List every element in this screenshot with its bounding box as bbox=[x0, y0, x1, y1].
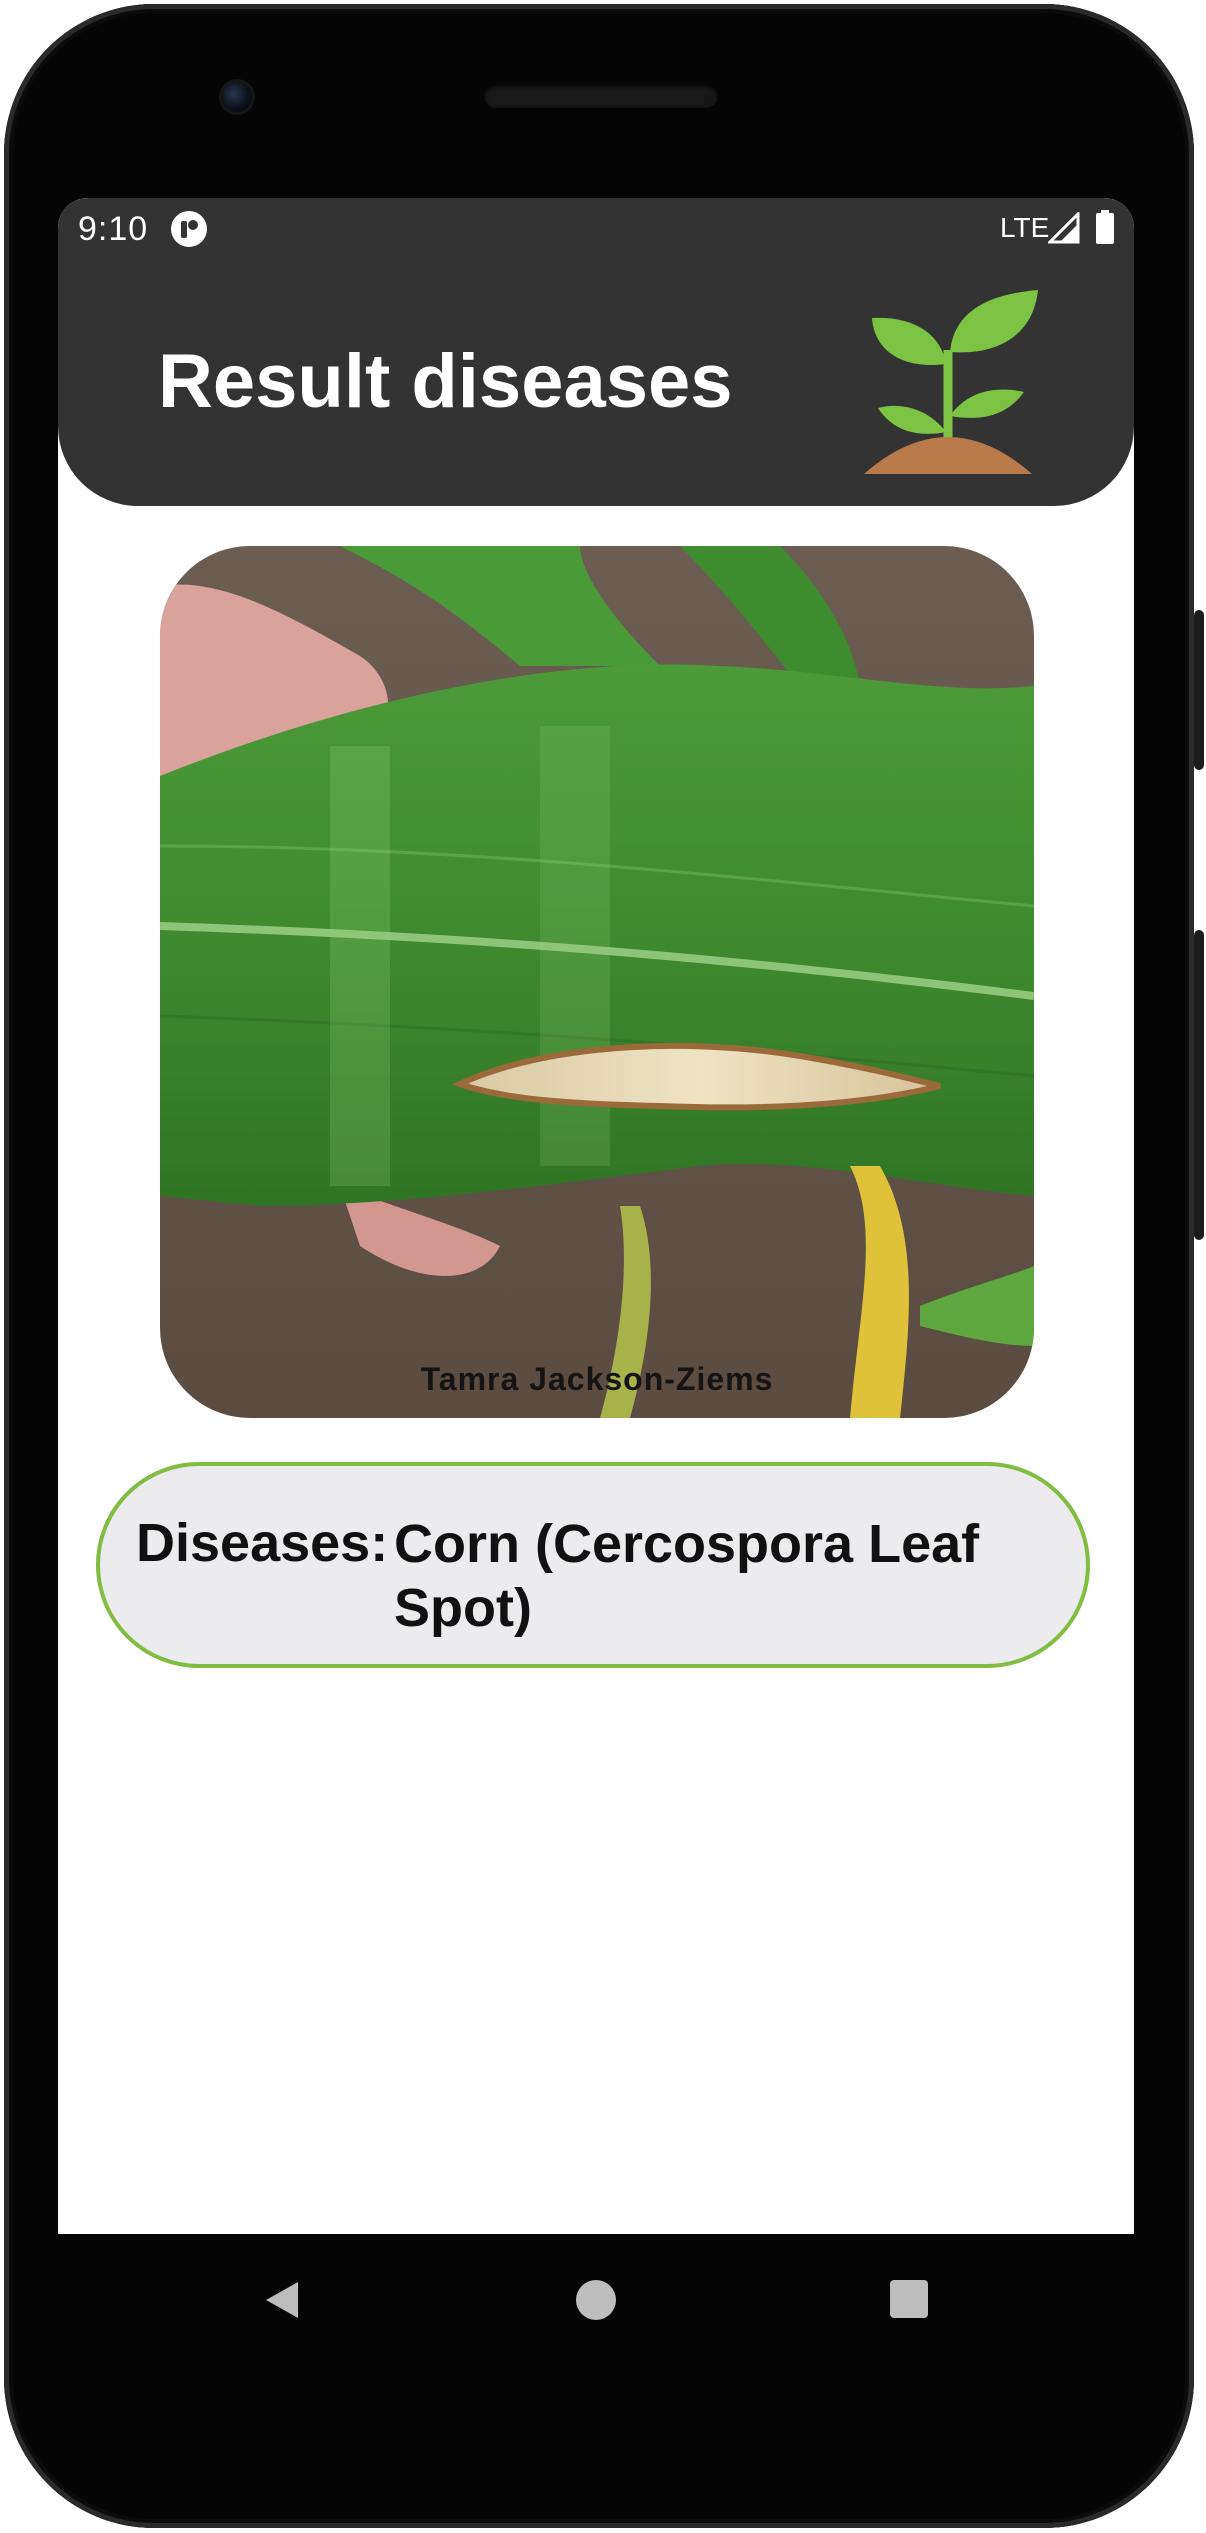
network-type: LTE bbox=[1000, 212, 1050, 243]
disease-result-card: Diseases: Corn (Cercospora Leaf Spot) bbox=[96, 1462, 1090, 1668]
disease-value: Corn (Cercospora Leaf Spot) bbox=[394, 1514, 980, 1638]
cell-signal-icon bbox=[1048, 212, 1080, 244]
app-notification-icon bbox=[171, 211, 207, 247]
volume-button bbox=[1194, 930, 1204, 1240]
disease-label: Diseases: bbox=[136, 1513, 389, 1573]
corn-leaf-image bbox=[160, 546, 1034, 1418]
home-icon[interactable] bbox=[576, 2280, 616, 2320]
photo-credit: Tamra Jackson-Ziems bbox=[420, 1361, 774, 1397]
recents-icon[interactable] bbox=[890, 2280, 928, 2318]
status-bar: 9:10 LTE bbox=[58, 198, 1134, 268]
battery-icon bbox=[1096, 210, 1114, 244]
app-screen: 9:10 LTE Result diseases Tamra Jackson-Z… bbox=[58, 198, 1134, 2234]
leaf-photo: Tamra Jackson-Ziems bbox=[160, 546, 1034, 1418]
app-header: 9:10 LTE Result diseases bbox=[58, 198, 1134, 506]
sprout-icon bbox=[864, 290, 1038, 474]
power-button bbox=[1194, 610, 1204, 770]
front-camera bbox=[222, 82, 252, 112]
back-icon[interactable] bbox=[262, 2280, 302, 2320]
page-title: Result diseases bbox=[158, 339, 733, 424]
status-time: 9:10 bbox=[78, 210, 149, 248]
earpiece-speaker bbox=[484, 84, 718, 108]
system-nav-bar bbox=[58, 2234, 1134, 2364]
